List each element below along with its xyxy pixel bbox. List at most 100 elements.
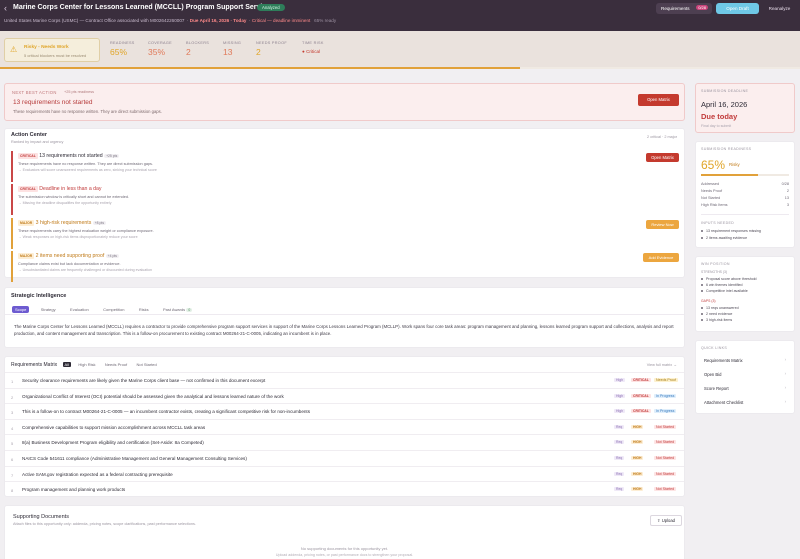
nba-title: 13 requirements not started	[13, 99, 93, 106]
requirements-matrix-card: Requirements Matrix All High Risk Needs …	[4, 356, 685, 497]
tab-competition[interactable]: Competition	[100, 306, 127, 313]
gap-text: 3 high-risk items	[706, 318, 733, 322]
stat-row: Not Started 13	[701, 196, 789, 200]
priority-badge: Req	[614, 440, 625, 445]
add-evidence-button[interactable]: Add Evidence	[643, 253, 679, 262]
requirement-text: NAICS Code 541611 compliance (Administra…	[22, 456, 247, 461]
priority-badge: High	[614, 378, 625, 382]
severity-badge: CRITICAL	[631, 409, 651, 414]
priority-badge: Req	[614, 456, 625, 460]
requirement-row[interactable]: 8 Program management and planning work pr…	[5, 481, 684, 497]
bullet-icon	[701, 237, 703, 240]
divider	[5, 314, 684, 315]
severity-badge: CRITICAL	[18, 153, 38, 159]
empty-state-subtext: Upload addenda, pricing notes, or past p…	[275, 553, 414, 557]
readiness-progress-bar	[701, 174, 789, 176]
priority-badge: High	[614, 409, 625, 414]
points-badge: +4 pts	[105, 254, 120, 258]
action-center-counts: 2 critical · 2 major	[647, 135, 677, 139]
status-subtitle: 5 critical blockers must be resolved	[24, 53, 87, 58]
severity-badge: CRITICAL	[18, 186, 38, 192]
deadline-status: Due today	[701, 112, 738, 121]
requirement-row[interactable]: 4 Comprehensive capabilities to support m…	[5, 418, 684, 435]
requirement-text: 8(a) Business Development Program eligib…	[22, 440, 204, 446]
action-center-subtitle: Ranked by impact and urgency	[11, 140, 64, 144]
tab-risks[interactable]: Risks	[136, 306, 152, 313]
status-badge: Analyzed	[257, 4, 285, 11]
supporting-documents-card: Supporting Documents Attach files to thi…	[4, 505, 685, 559]
gap-text: 13 reqs unanswered	[706, 306, 739, 310]
open-matrix-button[interactable]: Open Matrix	[646, 153, 679, 162]
metric-coverage: COVERAGE 35%	[148, 41, 172, 57]
filter-not-started[interactable]: Not Started	[135, 362, 159, 367]
gap-item: 2 need evidence	[701, 312, 732, 316]
gaps-label: GAPS (3)	[701, 299, 716, 303]
strength-text: Proposal score above threshold	[706, 277, 757, 281]
stat-value: 2	[786, 189, 789, 193]
filter-all[interactable]: All	[62, 362, 71, 367]
stat-value: 3	[786, 203, 789, 207]
readiness-label: SUBMISSION READINESS	[701, 147, 752, 151]
requirements-label: Requirements	[661, 6, 690, 11]
quick-link-open-bid[interactable]: Open Bid ›	[696, 368, 794, 382]
severity-badge: HIGH	[631, 471, 644, 476]
requirement-row[interactable]: 2 Organizational Conflict of Interest (OC…	[5, 387, 684, 404]
metric-missing: MISSING 13	[223, 41, 241, 57]
strategic-tabs: Scope Strategy Evaluation Competition Ri…	[12, 306, 202, 313]
stat-value: 0/28	[781, 182, 789, 186]
divider	[701, 214, 789, 215]
requirement-number: 4	[11, 425, 14, 431]
review-now-button[interactable]: Review Now	[646, 220, 679, 229]
upload-label: Upload	[661, 518, 675, 523]
win-position-card: WIN POSITION STRENGTHS (3) Proposal scor…	[695, 256, 795, 332]
open-draft-button[interactable]: Open Draft	[716, 3, 759, 14]
empty-state-text: No supporting documents for this opportu…	[300, 546, 389, 551]
requirement-text: Active SAM.gov registration expected as …	[22, 471, 173, 477]
requirement-row[interactable]: 6 NAICS Code 541611 compliance (Administr…	[5, 450, 684, 466]
requirements-button[interactable]: Requirements 0/28	[656, 3, 712, 14]
requirement-row[interactable]: 5 8(a) Business Development Program eligi…	[5, 434, 684, 450]
bullet-icon	[701, 230, 703, 233]
bullet-icon	[701, 278, 703, 281]
inputs-needed-label: INPUTS NEEDED	[701, 221, 735, 225]
quick-links-label: QUICK LINKS	[701, 346, 728, 350]
quick-link-score-report[interactable]: Score Report ›	[696, 382, 794, 396]
priority-badge: Req	[614, 487, 625, 492]
status-title: Risky - Needs Work	[24, 45, 69, 50]
status-badge: Not Started	[654, 487, 677, 492]
status-badge: In Progress	[654, 409, 677, 414]
requirement-row[interactable]: 3 This is a follow-on to contract M00264-…	[5, 403, 684, 419]
tab-scope[interactable]: Scope	[12, 306, 30, 313]
open-matrix-button[interactable]: Open Matrix	[638, 94, 679, 106]
requirement-row[interactable]: 7 Active SAM.gov registration expected as…	[5, 465, 684, 482]
requirement-row[interactable]: 1 Security clearance requirements are lik…	[5, 372, 684, 388]
quick-link-attachment-checklist[interactable]: Attachment Checklist ›	[696, 396, 794, 410]
quick-link-requirements-matrix[interactable]: Requirements Matrix ›	[696, 354, 794, 368]
requirement-number: 5	[11, 441, 14, 447]
matrix-header: Requirements Matrix All High Risk Needs …	[11, 362, 163, 368]
chevron-right-icon: ›	[784, 357, 786, 362]
metric-value: ● Critical	[302, 49, 324, 54]
upload-button[interactable]: ⇪ Upload	[650, 515, 682, 526]
reanalyze-button[interactable]: Reanalyze	[763, 3, 796, 14]
tab-evaluation[interactable]: Evaluation	[67, 306, 92, 313]
requirement-text: Comprehensive capabilities to support mi…	[22, 424, 206, 430]
chevron-left-icon[interactable]: ‹	[4, 3, 7, 13]
input-needed-item: 2 items awaiting evidence	[701, 236, 747, 240]
status-badge: Not Started	[654, 440, 677, 445]
action-item-hint: → Missing the deadline disqualifies the …	[18, 201, 112, 205]
tab-past-awards[interactable]: Past Awards 0	[160, 306, 195, 313]
tab-strategy[interactable]: Strategy	[38, 306, 59, 313]
view-full-matrix-link[interactable]: View full matrix →	[647, 363, 677, 367]
requirements-count-badge: 0/28	[696, 5, 708, 10]
metric-value: 2	[256, 47, 261, 57]
chevron-right-icon: ›	[784, 399, 786, 404]
gap-item: 13 reqs unanswered	[701, 306, 739, 310]
tab-label: Past Awards	[163, 307, 186, 312]
filter-needs-proof[interactable]: Needs Proof	[103, 362, 129, 367]
metric-value: 35%	[148, 47, 166, 57]
severity-badge: HIGH	[631, 424, 644, 429]
metric-label: NEEDS PROOF	[256, 41, 287, 45]
filter-high-risk[interactable]: High Risk	[76, 362, 97, 367]
readiness-percent: 65%	[701, 158, 726, 172]
